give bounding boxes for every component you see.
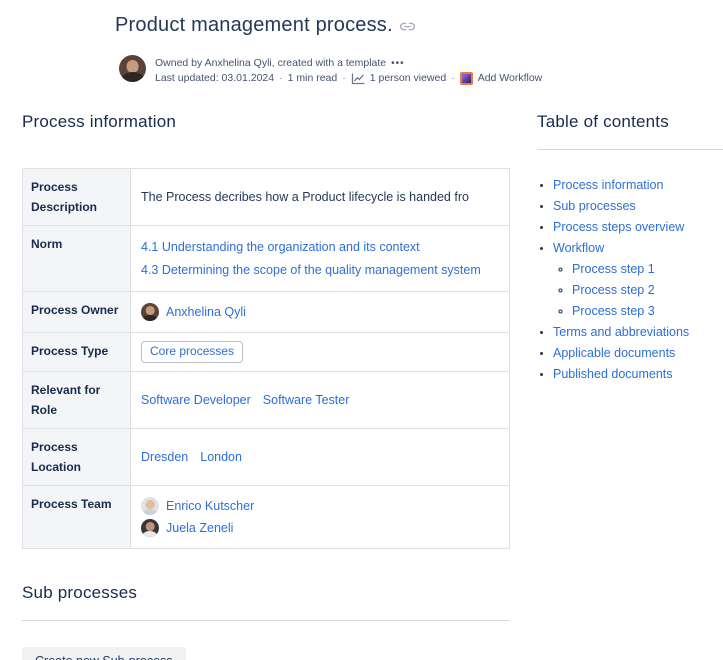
page-title-row: Product management process. xyxy=(115,14,415,37)
toc-link-published-documents[interactable]: Published documents xyxy=(553,367,673,381)
avatar-juela-zeneli xyxy=(141,519,159,537)
user-link-juela-zeneli[interactable]: Juela Zeneli xyxy=(166,518,233,538)
user-link-anxhelina-qyli[interactable]: Anxhelina Qyli xyxy=(166,302,246,322)
read-time: 1 min read xyxy=(288,71,338,86)
add-workflow-link[interactable]: Add Workflow xyxy=(478,71,543,86)
row-label-norm: Norm xyxy=(23,226,131,292)
page: Product management process. Owned by Anx… xyxy=(0,0,723,660)
toc-item: Process step 2 xyxy=(572,281,723,300)
user-anxhelina-qyli: Anxhelina Qyli xyxy=(141,302,499,322)
row-value-process-team: Enrico KutscherJuela Zeneli xyxy=(131,486,510,549)
toc-link-process-steps-overview[interactable]: Process steps overview xyxy=(553,220,684,234)
sub-processes-section: Sub processes Create new Sub-process xyxy=(22,583,510,660)
row-value-relevant-for-role: Software Developer Software Tester xyxy=(131,372,510,429)
user-link-enrico-kutscher[interactable]: Enrico Kutscher xyxy=(166,496,254,516)
viewed-count[interactable]: 1 person viewed xyxy=(370,71,446,86)
owner-line: Owned by Anxhelina Qyli, created with a … xyxy=(155,56,386,71)
create-sub-process-button[interactable]: Create new Sub-process xyxy=(22,647,186,660)
avatar-anxhelina-qyli xyxy=(141,303,159,321)
toc-link-applicable-documents[interactable]: Applicable documents xyxy=(553,346,675,360)
process-information-table: Process Description The Process decribes … xyxy=(22,168,510,549)
row-label-process-description: Process Description xyxy=(23,169,131,226)
table-row: Process Location Dresden London xyxy=(23,429,510,486)
byline: Owned by Anxhelina Qyli, created with a … xyxy=(119,55,542,86)
link-london[interactable]: London xyxy=(200,450,242,464)
copy-link-icon[interactable] xyxy=(400,19,415,34)
row-label-process-location: Process Location xyxy=(23,429,131,486)
dot-separator: · xyxy=(279,71,283,86)
toc-item: WorkflowProcess step 1Process step 2Proc… xyxy=(553,239,723,321)
workflow-app-icon[interactable] xyxy=(460,72,473,85)
row-value-process-description: The Process decribes how a Product lifec… xyxy=(131,169,510,226)
link-4-3-determining-the-scope-of-the-quality-management-system[interactable]: 4.3 Determining the scope of the quality… xyxy=(141,260,499,280)
row-value-process-type: Core processes xyxy=(131,333,510,372)
section-divider xyxy=(22,620,510,621)
toc-item: Process step 3 xyxy=(572,302,723,321)
toc-link-terms-and-abbreviations[interactable]: Terms and abbreviations xyxy=(553,325,689,339)
table-row: Process Description The Process decribes … xyxy=(23,169,510,226)
toc-link-process-step-1[interactable]: Process step 1 xyxy=(572,262,655,276)
table-row: Process Type Core processes xyxy=(23,333,510,372)
toc-item: Sub processes xyxy=(553,197,723,216)
row-value-process-location: Dresden London xyxy=(131,429,510,486)
row-label-relevant-for-role: Relevant for Role xyxy=(23,372,131,429)
row-text: The Process decribes how a Product lifec… xyxy=(141,190,469,204)
row-label-process-team: Process Team xyxy=(23,486,131,549)
avatar-enrico-kutscher xyxy=(141,497,159,515)
toc-item: Terms and abbreviations xyxy=(553,323,723,342)
link-dresden[interactable]: Dresden xyxy=(141,450,188,464)
row-value-process-owner: Anxhelina Qyli xyxy=(131,292,510,333)
link-software-developer[interactable]: Software Developer xyxy=(141,393,251,407)
toc-item: Process information xyxy=(553,176,723,195)
table-row: Norm 4.1 Understanding the organization a… xyxy=(23,226,510,292)
toc-link-process-information[interactable]: Process information xyxy=(553,178,663,192)
toc-heading: Table of contents xyxy=(537,112,723,132)
toc-item: Process steps overview xyxy=(553,218,723,237)
sub-processes-heading: Sub processes xyxy=(22,583,510,603)
user-enrico-kutscher: Enrico Kutscher xyxy=(141,496,499,516)
toc-link-process-step-2[interactable]: Process step 2 xyxy=(572,283,655,297)
toc-link-sub-processes[interactable]: Sub processes xyxy=(553,199,636,213)
row-value-norm: 4.1 Understanding the organization and i… xyxy=(131,226,510,292)
more-options-icon[interactable]: ••• xyxy=(391,56,405,71)
toc-link-process-step-3[interactable]: Process step 3 xyxy=(572,304,655,318)
toc-item: Process step 1 xyxy=(572,260,723,279)
toc-item: Published documents xyxy=(553,365,723,384)
toc-link-workflow[interactable]: Workflow xyxy=(553,241,604,255)
table-of-contents: Table of contents Process information Sub… xyxy=(537,112,723,386)
toc-item: Applicable documents xyxy=(553,344,723,363)
dot-separator: · xyxy=(342,71,346,86)
owner-avatar[interactable] xyxy=(119,55,146,82)
link-software-tester[interactable]: Software Tester xyxy=(263,393,350,407)
page-title: Product management process. xyxy=(115,14,393,37)
row-label-process-owner: Process Owner xyxy=(23,292,131,333)
analytics-chart-icon[interactable] xyxy=(351,73,365,85)
main-content: Process information Process Description T… xyxy=(22,112,510,660)
chip-core-processes[interactable]: Core processes xyxy=(141,341,243,363)
link-4-1-understanding-the-organization-and-its-context[interactable]: 4.1 Understanding the organization and i… xyxy=(141,237,499,257)
toc-sublist: Process step 1 Process step 2 Process step… xyxy=(553,260,723,321)
table-row: Process TeamEnrico KutscherJuela Zeneli xyxy=(23,486,510,549)
last-updated: Last updated: 03.01.2024 xyxy=(155,71,274,86)
table-row: Process Owner Anxhelina Qyli xyxy=(23,292,510,333)
process-information-heading: Process information xyxy=(22,112,510,132)
row-label-process-type: Process Type xyxy=(23,333,131,372)
table-row: Relevant for RoleSoftware DeveloperSoftw… xyxy=(23,372,510,429)
dot-separator: · xyxy=(451,71,455,86)
toc-divider xyxy=(537,149,723,150)
user-juela-zeneli: Juela Zeneli xyxy=(141,518,499,538)
